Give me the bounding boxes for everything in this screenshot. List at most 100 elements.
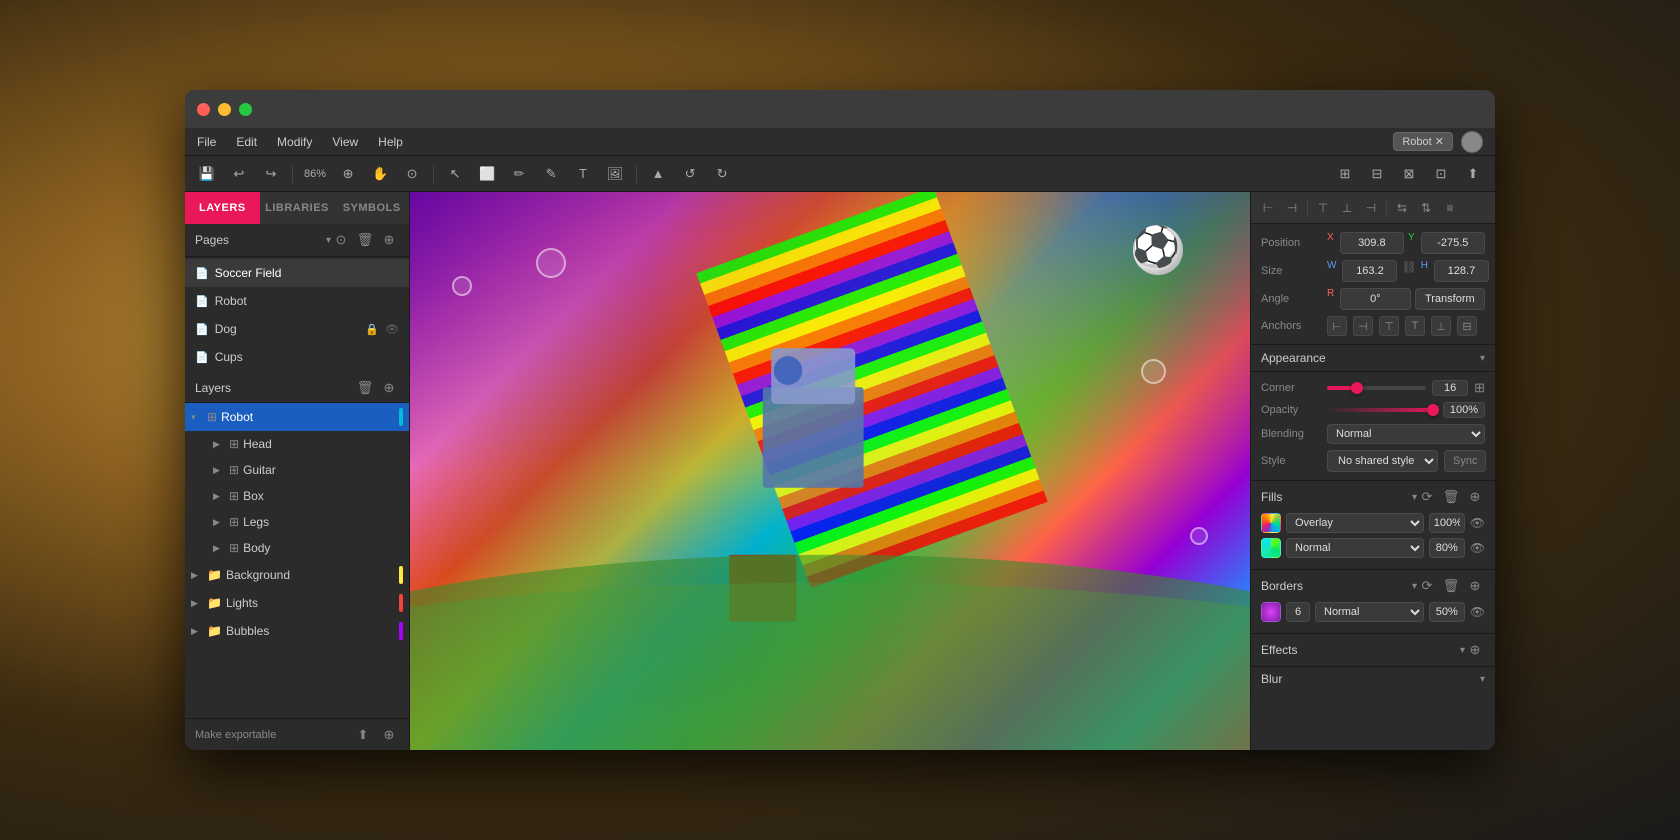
fill-eye-icon-2[interactable]: 👁 <box>1470 541 1485 555</box>
share-btn[interactable]: ⬆ <box>1459 161 1487 187</box>
corner-slider[interactable] <box>1327 386 1426 390</box>
robot-button[interactable]: Robot ✕ <box>1393 132 1453 151</box>
fills-delete-icon[interactable]: 🗑 <box>1441 487 1461 507</box>
effects-add-icon[interactable]: ⊕ <box>1465 640 1485 660</box>
fullscreen-button[interactable] <box>239 103 252 116</box>
minimize-button[interactable] <box>218 103 231 116</box>
save-btn[interactable]: 💾 <box>193 161 221 187</box>
layer-folder-background[interactable]: ▶ 📁 Background <box>185 561 409 589</box>
style-select[interactable]: No shared style <box>1327 450 1438 472</box>
fills-sync-icon[interactable]: ⟳ <box>1417 487 1437 507</box>
anchor-bottom-btn[interactable]: ⊟ <box>1457 316 1477 336</box>
borders-add-icon[interactable]: ⊕ <box>1465 576 1485 596</box>
layer-child-box[interactable]: ▶ ⊞ Box <box>185 483 409 509</box>
align-left-btn[interactable]: ⊢ <box>1257 197 1279 219</box>
border-pct[interactable] <box>1429 602 1465 622</box>
anchor-mid-btn[interactable]: ⊥ <box>1431 316 1451 336</box>
tab-libraries[interactable]: LIBRARIES <box>260 192 335 224</box>
align-tr-btn[interactable]: ⊣ <box>1360 197 1382 219</box>
distribute-h-btn[interactable]: ⇆ <box>1391 197 1413 219</box>
subtract-btn[interactable]: ⊡ <box>1427 161 1455 187</box>
mask-btn[interactable]: ⊟ <box>1363 161 1391 187</box>
layers-add-btn[interactable]: ⊕ <box>379 378 399 398</box>
layer-folder-bubbles[interactable]: ▶ 📁 Bubbles <box>185 617 409 645</box>
borders-delete-icon[interactable]: 🗑 <box>1441 576 1461 596</box>
text-tool[interactable]: T <box>569 161 597 187</box>
fill-pct-2[interactable] <box>1429 538 1465 558</box>
transform-btn[interactable]: Transform <box>1415 288 1485 310</box>
position-y-input[interactable] <box>1421 232 1485 254</box>
close-button[interactable] <box>197 103 210 116</box>
align-tl-btn[interactable]: ⊤ <box>1312 197 1334 219</box>
border-blend-select[interactable]: Normal <box>1315 602 1424 622</box>
border-num-input[interactable] <box>1286 602 1310 622</box>
corner-value-input[interactable] <box>1432 380 1468 396</box>
layer-child-legs[interactable]: ▶ ⊞ Legs <box>185 509 409 535</box>
hand-tool[interactable]: ✋ <box>366 161 394 187</box>
menu-view[interactable]: View <box>332 135 358 149</box>
rotate-back-btn[interactable]: ↺ <box>676 161 704 187</box>
anchor-top-btn[interactable]: T <box>1405 316 1425 336</box>
appearance-header[interactable]: Appearance ▾ <box>1251 345 1495 372</box>
distribute-eq-btn[interactable]: ≡ <box>1439 197 1461 219</box>
pages-add-btn[interactable]: ⊕ <box>379 230 399 250</box>
rotate-fwd-btn[interactable]: ↻ <box>708 161 736 187</box>
layer-folder-lights[interactable]: ▶ 📁 Lights <box>185 589 409 617</box>
size-w-input[interactable] <box>1342 260 1397 282</box>
layer-child-body[interactable]: ▶ ⊞ Body <box>185 535 409 561</box>
fill-pct-1[interactable] <box>1429 513 1465 533</box>
chain-icon[interactable]: ⛓ <box>1401 260 1416 282</box>
layer-group-robot[interactable]: ▾ ⊞ Robot <box>185 403 409 431</box>
layer-child-guitar[interactable]: ▶ ⊞ Guitar <box>185 457 409 483</box>
blending-select[interactable]: Normal <box>1327 424 1485 444</box>
angle-input[interactable] <box>1340 288 1410 310</box>
undo-btn[interactable]: ↩ <box>225 161 253 187</box>
opacity-value-input[interactable] <box>1443 402 1485 418</box>
position-x-input[interactable] <box>1340 232 1404 254</box>
border-eye-icon[interactable]: 👁 <box>1470 605 1485 619</box>
pen-tool[interactable]: ✏ <box>505 161 533 187</box>
border-color-swatch[interactable] <box>1261 602 1281 622</box>
shape-tool[interactable]: ⬜ <box>473 161 501 187</box>
menu-edit[interactable]: Edit <box>236 135 257 149</box>
page-item-soccer[interactable]: 📄 Soccer Field <box>185 259 409 287</box>
borders-sync-icon[interactable]: ⟳ <box>1417 576 1437 596</box>
blur-chevron-icon[interactable]: ▾ <box>1480 674 1485 685</box>
fills-add-icon[interactable]: ⊕ <box>1465 487 1485 507</box>
combine-btn[interactable]: ⊠ <box>1395 161 1423 187</box>
layer-child-head[interactable]: ▶ ⊞ Head <box>185 431 409 457</box>
corner-slider-thumb[interactable] <box>1351 382 1363 394</box>
avatar[interactable] <box>1461 131 1483 153</box>
opacity-slider-thumb[interactable] <box>1427 404 1439 416</box>
select-tool[interactable]: ↖ <box>441 161 469 187</box>
component-btn[interactable]: ⊞ <box>1331 161 1359 187</box>
fill-blend-select-2[interactable]: Normal <box>1286 538 1424 558</box>
image-tool[interactable]: 🖼 <box>601 161 629 187</box>
align-center-h-btn[interactable]: ⊣ <box>1281 197 1303 219</box>
anchor-left-btn[interactable]: ⊢ <box>1327 316 1347 336</box>
size-h-input[interactable] <box>1434 260 1489 282</box>
export-icon[interactable]: ⬆ <box>353 725 373 745</box>
tab-symbols[interactable]: SYMBOLS <box>334 192 409 224</box>
menu-file[interactable]: File <box>197 135 216 149</box>
align-tc-btn[interactable]: ⊥ <box>1336 197 1358 219</box>
page-item-dog[interactable]: 📄 Dog 🔒 👁 <box>185 315 409 343</box>
distribute-v-btn[interactable]: ⇅ <box>1415 197 1437 219</box>
canvas-area[interactable] <box>410 192 1250 750</box>
anchor-center-btn[interactable]: ⊣ <box>1353 316 1373 336</box>
menu-help[interactable]: Help <box>378 135 403 149</box>
export-add-icon[interactable]: ⊕ <box>379 725 399 745</box>
sync-btn[interactable]: Sync <box>1444 450 1486 472</box>
tab-layers[interactable]: LAYERS <box>185 192 260 224</box>
fill-color-swatch-1[interactable] <box>1261 513 1281 533</box>
fill-eye-icon-1[interactable]: 👁 <box>1470 516 1485 530</box>
pages-toggle-btn[interactable]: ⊙ <box>331 230 351 250</box>
fill-color-swatch-2[interactable] <box>1261 538 1281 558</box>
corner-edit-icon[interactable]: ⊞ <box>1474 380 1485 396</box>
pages-delete-btn[interactable]: 🗑 <box>355 230 375 250</box>
menu-modify[interactable]: Modify <box>277 135 312 149</box>
zoom-fit-btn[interactable]: ⊕ <box>334 161 362 187</box>
layers-delete-btn[interactable]: 🗑 <box>355 378 375 398</box>
redo-btn[interactable]: ↪ <box>257 161 285 187</box>
page-item-cups[interactable]: 📄 Cups <box>185 343 409 371</box>
